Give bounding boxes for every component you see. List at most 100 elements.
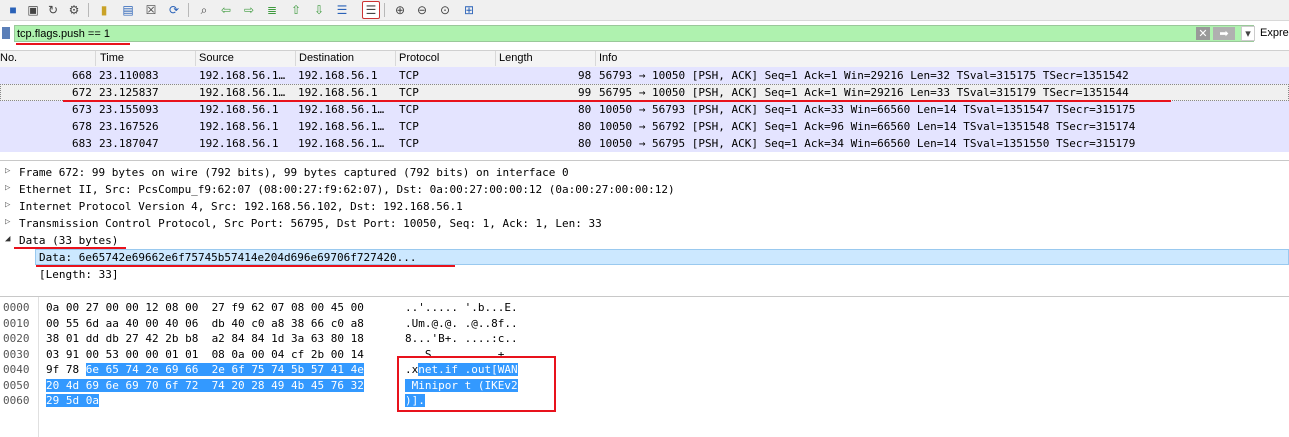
packet-no: 668: [72, 69, 92, 82]
packet-length: 80: [578, 120, 592, 133]
reload-capture-icon[interactable]: ↻: [45, 2, 61, 18]
tree-item-tcp[interactable]: ▷ Transmission Control Protocol, Src Por…: [0, 215, 1289, 231]
hex-line[interactable]: 03 91 00 53 00 00 01 01 08 0a 00 04 cf 2…: [46, 347, 364, 363]
column-divider[interactable]: [295, 51, 296, 66]
bookmark-icon[interactable]: [2, 27, 10, 39]
packet-source: 192.168.56.1…: [199, 69, 286, 82]
tree-item-data-value[interactable]: Data: 6e65742e69662e6f75745b57414e204d69…: [35, 249, 1289, 265]
open-file-icon[interactable]: ▮: [96, 2, 112, 18]
column-source[interactable]: Source: [199, 52, 234, 64]
save-file-icon[interactable]: ▤: [120, 2, 136, 18]
packet-no: 672: [72, 86, 92, 99]
packet-length: 80: [578, 103, 592, 116]
close-file-icon[interactable]: ☒: [143, 2, 159, 18]
hex-line[interactable]: 0a 00 27 00 00 12 08 00 27 f9 62 07 08 0…: [46, 300, 364, 316]
packet-source: 192.168.56.1: [199, 103, 279, 116]
packet-row[interactable]: 673 23.155093 192.168.56.1 192.168.56.1……: [0, 101, 1289, 118]
restart-capture-icon[interactable]: ▣: [25, 2, 41, 18]
options-icon[interactable]: ⚙: [66, 2, 82, 18]
packet-time: 23.187047: [99, 137, 159, 150]
packet-no: 683: [72, 137, 92, 150]
go-back-icon[interactable]: ⇦: [218, 2, 234, 18]
expand-arrow-icon[interactable]: ▷: [5, 200, 10, 210]
hex-line[interactable]: 9f 78 6e 65 74 2e 69 66 2e 6f 75 74 5b 5…: [46, 362, 364, 378]
hex-line[interactable]: 29 5d 0a: [46, 393, 364, 409]
column-divider[interactable]: [95, 51, 96, 66]
tree-item-ip[interactable]: ▷ Internet Protocol Version 4, Src: 192.…: [0, 198, 1289, 214]
stop-capture-icon[interactable]: ■: [5, 2, 21, 18]
packet-source: 192.168.56.1…: [199, 86, 286, 99]
annotation-underline-filter: [16, 43, 130, 45]
toolbar-separator: [384, 3, 385, 17]
ascii-line[interactable]: ..'..... '.b...E.: [405, 300, 518, 316]
packet-no: 678: [72, 120, 92, 133]
filter-dropdown-icon[interactable]: ▾: [1241, 26, 1255, 41]
column-divider[interactable]: [495, 51, 496, 66]
ascii-line[interactable]: 8...'B+. ....:c..: [405, 331, 518, 347]
go-last-icon[interactable]: ⇩: [311, 2, 327, 18]
offset: 0050: [3, 378, 30, 392]
packet-row-selected[interactable]: 672 23.125837 192.168.56.1… 192.168.56.1…: [0, 84, 1289, 101]
byte-offsets: 0000 0010 0020 0030 0040 0050 0060: [3, 300, 30, 409]
expand-arrow-icon[interactable]: ▷: [5, 166, 10, 176]
packet-destination: 192.168.56.1: [298, 86, 378, 99]
column-divider[interactable]: [595, 51, 596, 66]
display-filter-field[interactable]: ✕ ➡ ▾: [14, 25, 1255, 42]
column-time[interactable]: Time: [100, 52, 124, 64]
display-filter-bar: ✕ ➡ ▾: [0, 23, 1289, 45]
offset: 0000: [3, 301, 30, 314]
column-divider[interactable]: [195, 51, 196, 66]
column-protocol[interactable]: Protocol: [399, 52, 439, 64]
column-info[interactable]: Info: [599, 52, 617, 64]
go-to-packet-icon[interactable]: ≣: [264, 2, 280, 18]
main-toolbar: ■ ▣ ↻ ⚙ ▮ ▤ ☒ ⟳ ⌕ ⇦ ⇨ ≣ ⇧ ⇩ ☰ ☰ ⊕ ⊖ ⊙ ⊞: [0, 0, 1289, 21]
offset: 0040: [3, 363, 30, 376]
offset: 0010: [3, 316, 30, 330]
tree-item-data-length[interactable]: [Length: 33]: [35, 266, 335, 282]
colorize-icon[interactable]: ☰: [362, 1, 380, 19]
reload-file-icon[interactable]: ⟳: [166, 2, 182, 18]
packet-info: 10050 → 56792 [PSH, ACK] Seq=1 Ack=96 Wi…: [599, 120, 1136, 133]
resize-columns-icon[interactable]: ⊞: [461, 2, 477, 18]
tree-item-ethernet[interactable]: ▷ Ethernet II, Src: PcsCompu_f9:62:07 (0…: [0, 181, 1289, 197]
zoom-normal-icon[interactable]: ⊙: [437, 2, 453, 18]
packet-row[interactable]: 668 23.110083 192.168.56.1… 192.168.56.1…: [0, 67, 1289, 84]
column-divider[interactable]: [395, 51, 396, 66]
annotation-box-ascii: [397, 356, 556, 412]
ascii-line[interactable]: .Um.@.@. .@..8f..: [405, 316, 518, 332]
display-filter-input[interactable]: [17, 26, 917, 41]
expand-arrow-icon[interactable]: ▷: [5, 183, 10, 193]
packet-list-header: No. Time Source Destination Protocol Len…: [0, 50, 1289, 68]
annotation-underline-data: [14, 247, 126, 249]
annotation-underline-data-value: [36, 265, 455, 267]
auto-scroll-icon[interactable]: ☰: [334, 2, 350, 18]
tree-item-data[interactable]: ◢ Data (33 bytes): [0, 232, 1289, 248]
clear-filter-icon[interactable]: ✕: [1196, 27, 1210, 40]
packet-protocol: TCP: [399, 103, 419, 116]
collapse-arrow-icon[interactable]: ◢: [5, 234, 10, 244]
packet-bytes-pane: 0000 0010 0020 0030 0040 0050 0060 0a 00…: [0, 296, 1289, 437]
apply-filter-icon[interactable]: ➡: [1213, 27, 1235, 40]
packet-row[interactable]: 683 23.187047 192.168.56.1 192.168.56.1……: [0, 135, 1289, 152]
expression-button[interactable]: Expre: [1260, 27, 1289, 39]
zoom-in-icon[interactable]: ⊕: [392, 2, 408, 18]
column-no[interactable]: No.: [0, 52, 17, 64]
find-icon[interactable]: ⌕: [196, 2, 212, 18]
packet-protocol: TCP: [399, 120, 419, 133]
packet-info: 56793 → 10050 [PSH, ACK] Seq=1 Ack=1 Win…: [599, 69, 1129, 82]
go-forward-icon[interactable]: ⇨: [241, 2, 257, 18]
zoom-out-icon[interactable]: ⊖: [414, 2, 430, 18]
packet-row[interactable]: 678 23.167526 192.168.56.1 192.168.56.1……: [0, 118, 1289, 135]
hex-line[interactable]: 20 4d 69 6e 69 70 6f 72 74 20 28 49 4b 4…: [46, 378, 364, 394]
hex-line[interactable]: 00 55 6d aa 40 00 40 06 db 40 c0 a8 38 6…: [46, 316, 364, 332]
column-destination[interactable]: Destination: [299, 52, 354, 64]
packet-length: 98: [578, 69, 592, 82]
packet-destination: 192.168.56.1…: [298, 137, 385, 150]
packet-destination: 192.168.56.1…: [298, 103, 385, 116]
hex-dump[interactable]: 0a 00 27 00 00 12 08 00 27 f9 62 07 08 0…: [46, 300, 364, 409]
tree-item-frame[interactable]: ▷ Frame 672: 99 bytes on wire (792 bits)…: [0, 164, 1289, 180]
hex-line[interactable]: 38 01 dd db 27 42 2b b8 a2 84 84 1d 3a 6…: [46, 331, 364, 347]
expand-arrow-icon[interactable]: ▷: [5, 217, 10, 227]
column-length[interactable]: Length: [499, 52, 533, 64]
go-first-icon[interactable]: ⇧: [288, 2, 304, 18]
